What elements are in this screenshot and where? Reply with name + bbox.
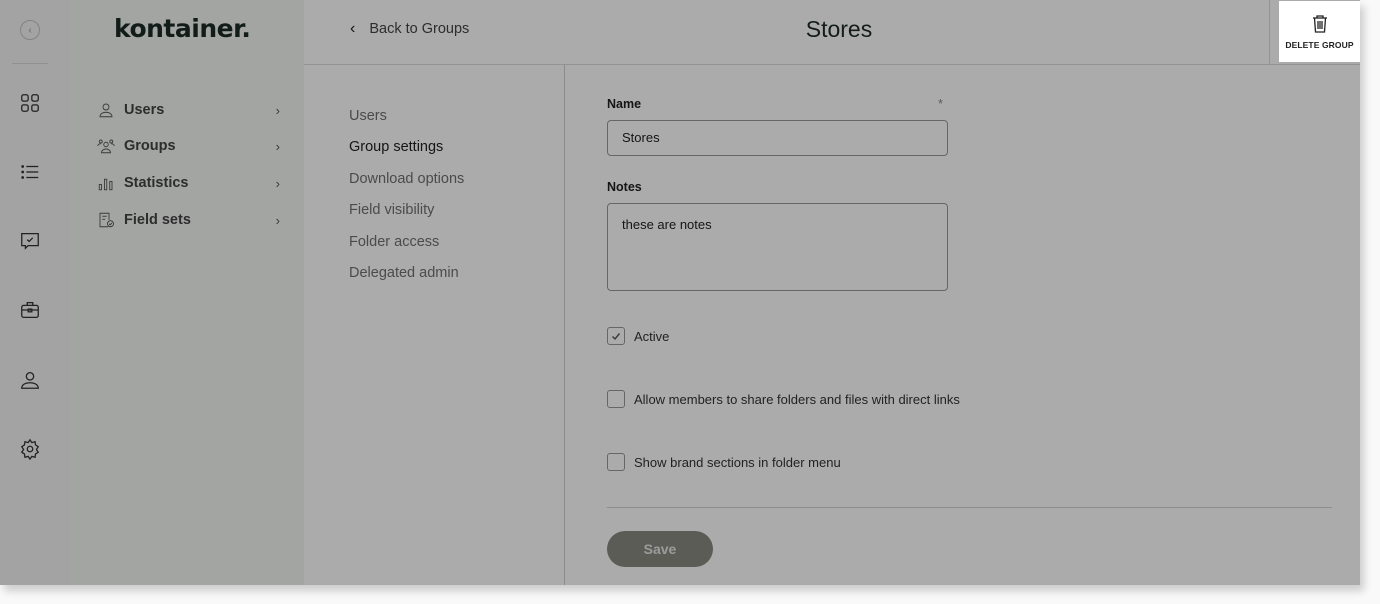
briefcase-icon xyxy=(21,302,39,318)
active-checkbox[interactable] xyxy=(607,327,625,345)
sidebar: kontainer. Users › Groups › Statistics ›… xyxy=(70,0,304,585)
save-button[interactable]: Save xyxy=(607,531,713,567)
sidebar-item-label: Users xyxy=(124,102,165,118)
name-label: Name xyxy=(607,97,642,111)
settings-gear-icon xyxy=(20,438,40,460)
brand-sections-checkbox[interactable] xyxy=(607,453,625,471)
chevron-right-icon: › xyxy=(275,138,280,154)
delete-group-label: DELETE GROUP xyxy=(1285,39,1354,50)
subnav-item-users[interactable]: Users xyxy=(349,108,387,124)
field-sets-icon xyxy=(99,212,114,228)
share-links-checkbox-row[interactable]: Allow members to share folders and files… xyxy=(607,390,960,408)
sidebar-item-label: Field sets xyxy=(124,212,191,228)
subnav-item-field-visibility[interactable]: Field visibility xyxy=(349,202,434,218)
rail-item-approvals[interactable] xyxy=(18,229,42,253)
group-settings-form: Name * Stores Notes these are notes Acti… xyxy=(565,65,1360,585)
groups-icon xyxy=(97,139,115,154)
active-checkbox-row[interactable]: Active xyxy=(607,327,669,345)
subnav-item-delegated-admin[interactable]: Delegated admin xyxy=(349,265,459,281)
user-icon xyxy=(21,372,39,389)
brand-sections-checkbox-row[interactable]: Show brand sections in folder menu xyxy=(607,453,841,471)
sidebar-item-users[interactable]: Users › xyxy=(96,97,280,123)
dashboard-grid-icon xyxy=(21,94,39,112)
sidebar-item-label: Statistics xyxy=(124,175,189,191)
required-marker: * xyxy=(938,96,944,111)
chevron-right-icon: › xyxy=(275,212,280,228)
sidebar-item-field-sets[interactable]: Field sets › xyxy=(96,207,280,233)
active-label: Active xyxy=(634,328,670,344)
delete-group-button[interactable]: DELETE GROUP xyxy=(1279,1,1360,62)
logo: kontainer. xyxy=(114,14,251,43)
rail-divider xyxy=(12,63,48,64)
chevron-left-icon: ‹ xyxy=(28,24,32,36)
app-window: ‹ kontainer. Users › Groups › Statistics… xyxy=(0,0,1360,585)
group-subnav: Users Group settings Download options Fi… xyxy=(304,65,565,585)
subnav-item-download-options[interactable]: Download options xyxy=(349,171,464,187)
checkmark-icon xyxy=(612,333,621,341)
rail-item-dashboard[interactable] xyxy=(18,91,42,115)
subnav-item-group-settings[interactable]: Group settings xyxy=(349,139,443,155)
approval-chat-icon xyxy=(21,233,39,250)
rail-item-profile[interactable] xyxy=(18,368,42,392)
chevron-right-icon: › xyxy=(275,175,280,191)
brand-sections-label: Show brand sections in folder menu xyxy=(634,454,841,470)
sidebar-item-groups[interactable]: Groups › xyxy=(96,133,280,159)
form-divider xyxy=(607,507,1332,508)
rail-item-briefcase[interactable] xyxy=(18,298,42,322)
icon-rail: ‹ xyxy=(0,0,70,585)
collapse-sidebar-button[interactable]: ‹ xyxy=(20,20,40,40)
user-icon xyxy=(99,103,113,118)
notes-label: Notes xyxy=(607,180,642,194)
list-icon xyxy=(21,165,39,179)
rail-item-settings[interactable] xyxy=(18,437,42,461)
notes-textarea[interactable]: these are notes xyxy=(607,203,948,291)
page-title: Stores xyxy=(805,16,873,42)
name-input[interactable]: Stores xyxy=(607,120,948,156)
topbar-divider xyxy=(1269,0,1270,65)
trash-icon xyxy=(1312,14,1327,33)
top-bar: ‹ Back to Groups Stores xyxy=(304,0,1360,65)
sidebar-item-label: Groups xyxy=(124,138,176,154)
share-links-checkbox[interactable] xyxy=(607,390,625,408)
bar-chart-icon xyxy=(98,178,113,191)
sidebar-item-statistics[interactable]: Statistics › xyxy=(96,170,280,196)
share-links-label: Allow members to share folders and files… xyxy=(634,391,960,407)
subnav-item-folder-access[interactable]: Folder access xyxy=(349,234,439,250)
rail-item-list[interactable] xyxy=(18,160,42,184)
chevron-right-icon: › xyxy=(275,102,280,118)
